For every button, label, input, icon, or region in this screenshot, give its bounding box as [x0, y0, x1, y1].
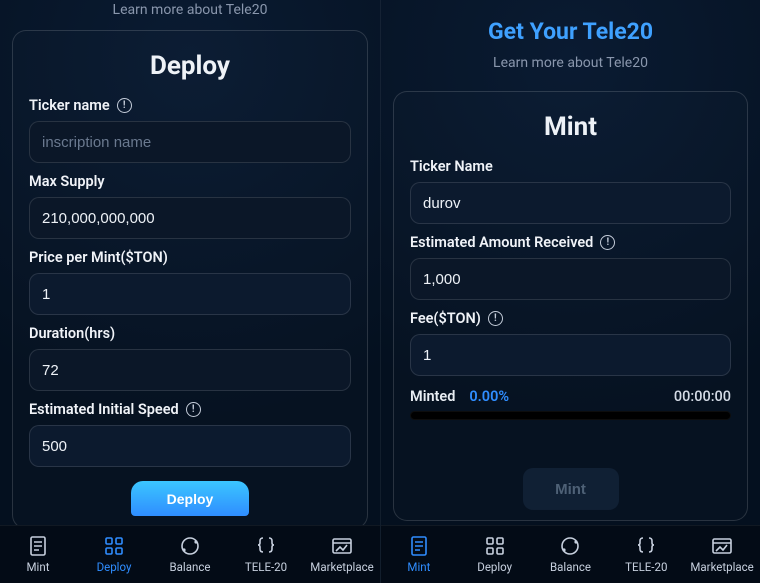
- nav-label: Deploy: [97, 560, 132, 574]
- initial-speed-label-text: Estimated Initial Speed: [29, 401, 179, 418]
- nav-deploy[interactable]: Deploy: [457, 526, 533, 583]
- price-per-mint-input[interactable]: [29, 273, 351, 315]
- nav-label: TELE-20: [245, 560, 287, 574]
- nav-mint[interactable]: Mint: [0, 526, 76, 583]
- fee-label-text: Fee($TON): [410, 310, 481, 327]
- ticker-name-label: Ticker name !: [29, 97, 351, 114]
- minted-label: Minted: [410, 388, 455, 405]
- learn-more-link[interactable]: Learn more about Tele20: [12, 0, 368, 28]
- braces-icon: [254, 535, 278, 557]
- grid-icon: [483, 535, 507, 557]
- price-per-mint-label: Price per Mint($TON): [29, 249, 351, 266]
- nav-label: Deploy: [477, 560, 512, 574]
- bottom-nav-left: Mint Deploy Balance TELE-20 Marketplace: [0, 525, 380, 583]
- nav-label: Balance: [550, 560, 591, 574]
- document-icon: [407, 535, 431, 557]
- ticker-name-label-text: Ticker name: [29, 97, 110, 114]
- bottom-nav-right: Mint Deploy Balance TELE-20 Marketplace: [381, 525, 760, 583]
- initial-speed-label: Estimated Initial Speed !: [29, 401, 351, 418]
- mint-ticker-label: Ticker Name: [410, 158, 731, 175]
- duration-input[interactable]: [29, 349, 351, 391]
- deploy-button[interactable]: Deploy: [131, 481, 249, 516]
- mint-action-row: Mint: [410, 468, 731, 510]
- learn-more-link[interactable]: Learn more about Tele20: [393, 53, 748, 81]
- nav-label: Marketplace: [690, 560, 753, 574]
- deploy-card: Deploy Ticker name ! Max Supply Price pe…: [12, 30, 368, 529]
- nav-label: Mint: [407, 560, 430, 574]
- minted-timer: 00:00:00: [674, 388, 731, 405]
- nav-marketplace[interactable]: Marketplace: [304, 526, 380, 583]
- braces-icon: [634, 535, 658, 557]
- document-icon: [26, 535, 50, 557]
- mint-card: Mint Ticker Name Estimated Amount Receiv…: [393, 91, 748, 521]
- estimated-amount-input[interactable]: [410, 258, 731, 300]
- estimated-amount-label: Estimated Amount Received !: [410, 234, 731, 251]
- deploy-action-row: Deploy: [29, 481, 351, 518]
- initial-speed-input[interactable]: [29, 425, 351, 467]
- nav-label: TELE-20: [625, 560, 667, 574]
- minted-status-row: Minted 0.00% 00:00:00: [410, 388, 731, 405]
- info-icon[interactable]: !: [488, 311, 503, 326]
- nav-label: Balance: [170, 560, 211, 574]
- image-icon: [710, 535, 734, 557]
- max-supply-label: Max Supply: [29, 173, 351, 190]
- nav-deploy[interactable]: Deploy: [76, 526, 152, 583]
- mint-ticker-input[interactable]: [410, 182, 731, 224]
- deploy-card-title: Deploy: [29, 45, 351, 97]
- minted-progress: [410, 411, 731, 420]
- max-supply-input[interactable]: [29, 197, 351, 239]
- orbit-icon: [558, 535, 582, 557]
- mint-card-title: Mint: [410, 106, 731, 158]
- nav-tele20[interactable]: TELE-20: [608, 526, 684, 583]
- fee-input[interactable]: [410, 334, 731, 376]
- mint-button[interactable]: Mint: [523, 468, 619, 510]
- minted-percent: 0.00%: [469, 388, 509, 405]
- duration-label: Duration(hrs): [29, 325, 351, 342]
- pane-deploy: Learn more about Tele20 Deploy Ticker na…: [0, 0, 380, 583]
- grid-icon: [102, 535, 126, 557]
- fee-label: Fee($TON) !: [410, 310, 731, 327]
- nav-balance[interactable]: Balance: [152, 526, 228, 583]
- info-icon[interactable]: !: [186, 402, 201, 417]
- nav-label: Marketplace: [310, 560, 373, 574]
- nav-balance[interactable]: Balance: [533, 526, 609, 583]
- orbit-icon: [178, 535, 202, 557]
- nav-label: Mint: [27, 560, 50, 574]
- deploy-scroll: Learn more about Tele20 Deploy Ticker na…: [12, 0, 368, 583]
- info-icon[interactable]: !: [117, 98, 132, 113]
- ticker-name-input[interactable]: [29, 121, 351, 163]
- mint-scroll: Get Your Tele20 Learn more about Tele20 …: [393, 0, 748, 583]
- info-icon[interactable]: !: [600, 235, 615, 250]
- image-icon: [330, 535, 354, 557]
- nav-mint[interactable]: Mint: [381, 526, 457, 583]
- pane-mint: Get Your Tele20 Learn more about Tele20 …: [380, 0, 760, 583]
- nav-tele20[interactable]: TELE-20: [228, 526, 304, 583]
- estimated-amount-label-text: Estimated Amount Received: [410, 234, 593, 251]
- hero-title: Get Your Tele20: [393, 0, 748, 53]
- nav-marketplace[interactable]: Marketplace: [684, 526, 760, 583]
